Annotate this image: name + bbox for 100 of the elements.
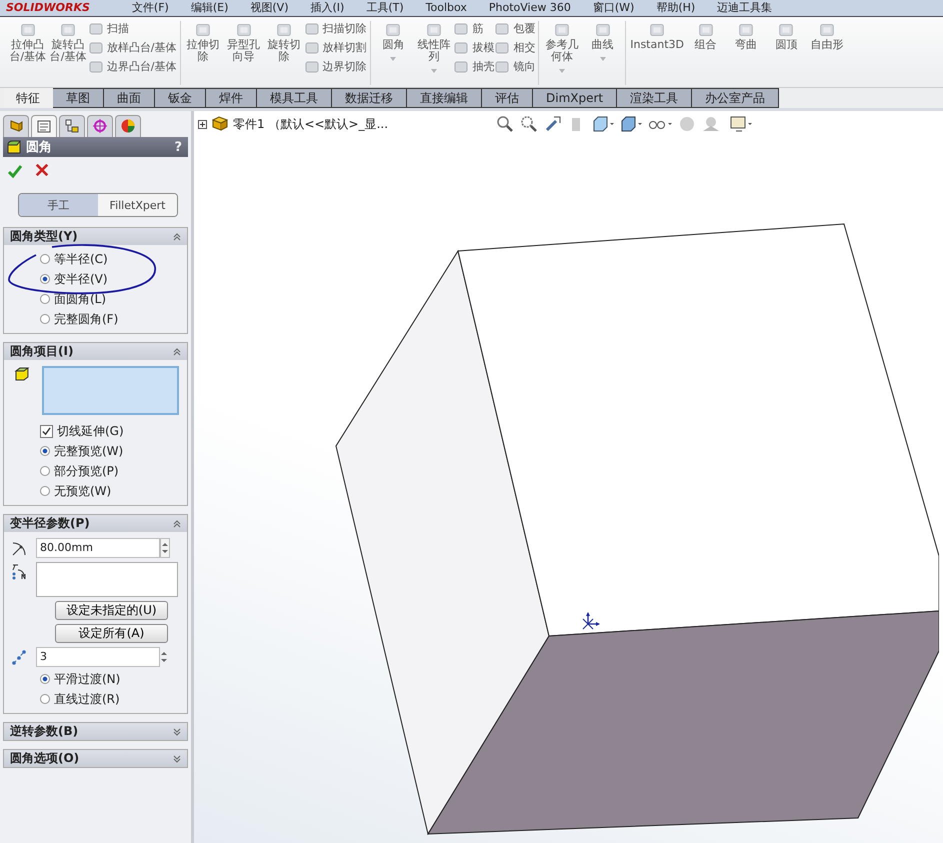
tree-tab[interactable] — [3, 115, 29, 137]
menu-item[interactable]: 迈迪工具集 — [717, 1, 772, 15]
toolbar-button[interactable]: 筋 — [454, 21, 494, 36]
menu-item[interactable]: 帮助(H) — [656, 1, 696, 15]
option-label: 面圆角(L) — [54, 290, 106, 308]
dim-tab[interactable] — [87, 115, 113, 137]
toolbar-button[interactable]: 相交 — [495, 40, 536, 55]
color-wheel-icon — [120, 118, 136, 134]
toolbar-button[interactable]: 放样切割 — [304, 40, 367, 55]
option-label: 完整圆角(F) — [54, 310, 118, 328]
toolbar-button[interactable]: 弯曲 — [726, 21, 766, 51]
zoom-area-icon[interactable] — [520, 115, 538, 133]
command-tab[interactable]: 渲染工具 — [617, 88, 692, 108]
count-field[interactable]: 3 — [36, 647, 160, 667]
toolbar-button[interactable]: 包覆 — [495, 21, 536, 36]
toolbar-button[interactable]: 边界凸台/基体 — [88, 59, 176, 74]
toolbar-button[interactable]: 抽壳 — [454, 59, 494, 74]
toolbar-button[interactable]: 旋转凸台/基体 — [48, 21, 88, 74]
square-icon — [594, 21, 612, 39]
toolbar-button[interactable]: 曲线 — [582, 21, 622, 73]
command-tab[interactable]: 焊件 — [206, 88, 257, 108]
radius-field[interactable]: 80.00mm — [36, 538, 160, 558]
command-tab[interactable]: 直接编辑 — [407, 88, 482, 108]
mode-tab[interactable]: FilletXpert — [98, 194, 177, 216]
square-icon — [304, 40, 319, 54]
toolbar-button[interactable]: Instant3D — [629, 21, 685, 51]
help-button[interactable]: ? — [174, 140, 182, 154]
command-tab[interactable]: 办公室产品 — [692, 88, 780, 108]
radio-button[interactable] — [40, 446, 50, 456]
section-header[interactable]: 逆转参数(B) — [4, 723, 187, 740]
toolbar-button[interactable]: 扫描 — [88, 21, 176, 36]
menu-item[interactable]: 窗口(W) — [592, 1, 634, 15]
option-label: 完整预览(W) — [54, 442, 124, 460]
menu-item[interactable]: 插入(I) — [310, 1, 344, 15]
ok-icon[interactable] — [7, 163, 23, 179]
command-tab[interactable]: 特征 — [4, 88, 53, 108]
part-icon — [8, 118, 24, 134]
menu-item[interactable]: 编辑(E) — [190, 1, 228, 15]
feature-tree-label[interactable]: 零件1 （默认<<默认>_显... — [233, 116, 388, 132]
menu-item[interactable]: PhotoView 360 — [488, 1, 571, 15]
option-label: 无预览(W) — [54, 482, 112, 500]
section-header[interactable]: 圆角选项(O) — [4, 750, 187, 767]
radio-button[interactable] — [40, 254, 50, 264]
toolbar-button[interactable]: 镜向 — [495, 59, 536, 74]
menu-item[interactable]: 文件(F) — [132, 1, 169, 15]
command-tab[interactable]: 数据迁移 — [332, 88, 407, 108]
command-tab[interactable]: DimXpert — [533, 88, 618, 108]
view-settings-icon[interactable] — [730, 115, 752, 133]
display-tab[interactable] — [115, 115, 141, 137]
toolbar-button[interactable]: 边界切除 — [304, 59, 367, 74]
property-tab[interactable] — [31, 115, 57, 137]
toolbar-button[interactable]: 拉伸凸台/基体 — [8, 21, 48, 74]
command-tab[interactable]: 草图 — [53, 88, 104, 108]
mode-tab[interactable]: 手工 — [19, 194, 98, 216]
section-header[interactable]: 变半径参数(P) — [4, 515, 187, 532]
command-tab[interactable]: 评估 — [482, 88, 533, 108]
square-icon — [234, 21, 253, 39]
square-icon — [88, 22, 103, 36]
previous-view-icon[interactable] — [544, 115, 562, 133]
toolbar-button[interactable]: 线性阵列 — [414, 21, 454, 74]
section-header[interactable]: 圆角类型(Y) — [4, 228, 187, 245]
set-button[interactable]: 设定未指定的(U) — [55, 601, 168, 620]
command-tab[interactable]: 模具工具 — [257, 88, 332, 108]
toolbar-button[interactable]: 拔模 — [454, 40, 494, 55]
radio-button[interactable] — [40, 486, 50, 496]
toolbar-button[interactable]: 自由形 — [807, 21, 847, 51]
zoom-fit-icon[interactable] — [496, 115, 514, 133]
radio-button[interactable] — [40, 314, 50, 324]
display-style-icon[interactable] — [620, 115, 642, 133]
set-button[interactable]: 设定所有(A) — [55, 624, 168, 643]
toolbar-button[interactable]: 旋转切除 — [264, 21, 304, 74]
radio-button[interactable] — [40, 674, 50, 684]
square-icon — [454, 40, 468, 54]
toolbar-button[interactable]: 圆顶 — [766, 21, 806, 51]
radio-button[interactable] — [40, 466, 50, 476]
square-icon — [274, 21, 293, 39]
command-tab[interactable]: 钣金 — [155, 88, 206, 108]
menu-item[interactable]: Toolbox — [426, 1, 467, 15]
menu-item[interactable]: 视图(V) — [250, 1, 288, 15]
section-header[interactable]: 圆角项目(I) — [4, 343, 187, 360]
square-icon — [18, 21, 37, 39]
view-orientation-icon[interactable] — [592, 115, 614, 133]
toolbar-button[interactable]: 组合 — [686, 21, 726, 51]
checkbox[interactable] — [40, 424, 53, 438]
toolbar-button[interactable]: 参考几何体 — [542, 21, 582, 73]
radio-button[interactable] — [40, 694, 50, 704]
radio-button[interactable] — [40, 294, 50, 304]
toolbar-button[interactable]: 圆角 — [374, 21, 414, 74]
toolbar-button[interactable]: 放样凸台/基体 — [88, 40, 176, 55]
config-tab[interactable] — [59, 115, 85, 137]
cancel-icon[interactable] — [35, 163, 49, 177]
toolbar-button[interactable]: 拉伸切除 — [184, 21, 223, 74]
chevron-icon — [173, 232, 181, 240]
command-tab[interactable]: 曲面 — [104, 88, 155, 108]
radio-button[interactable] — [40, 274, 50, 284]
expand-icon[interactable] — [198, 120, 207, 128]
spinner[interactable] — [160, 538, 170, 558]
toolbar-button[interactable]: 异型孔向导 — [224, 21, 264, 74]
menu-item[interactable]: 工具(T) — [366, 1, 404, 15]
toolbar-button[interactable]: 扫描切除 — [304, 21, 367, 36]
